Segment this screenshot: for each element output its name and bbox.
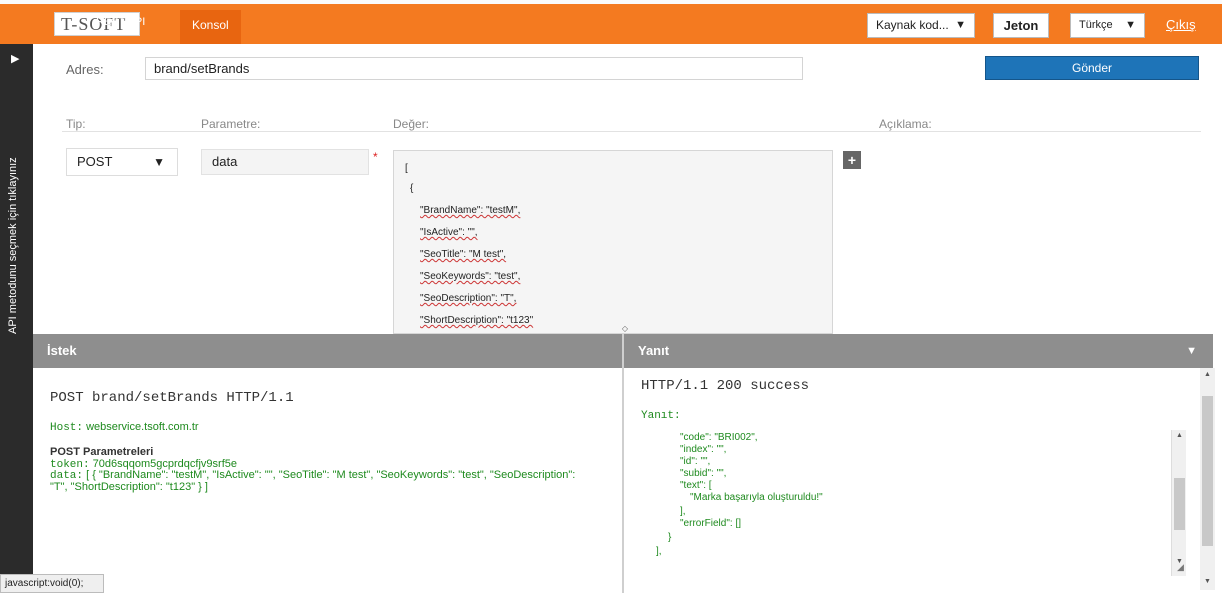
- request-panel-title: İstek: [47, 343, 77, 358]
- nav-rest-api[interactable]: REST API: [96, 16, 145, 28]
- language-select-value: Türkçe: [1079, 19, 1113, 31]
- language-select[interactable]: Türkçe ▼: [1070, 13, 1145, 38]
- panel-divider[interactable]: [622, 334, 624, 593]
- scroll-up-icon[interactable]: ▲: [1176, 432, 1183, 439]
- response-line: "subid": "",: [680, 468, 727, 479]
- value-line: "ShortDescription": "t123": [420, 315, 534, 326]
- response-line: "Marka başarıyla oluşturuldu!": [690, 492, 823, 503]
- resize-icon[interactable]: ◇: [618, 324, 632, 334]
- caret-down-icon: ▼: [955, 19, 966, 31]
- send-button[interactable]: Gönder: [985, 56, 1199, 80]
- value-textarea[interactable]: [ { "BrandName": "testM", "IsActive": ""…: [393, 150, 833, 334]
- caret-down-icon: ▼: [153, 155, 165, 169]
- address-input[interactable]: brand/setBrands: [145, 57, 803, 80]
- parameter-name-input[interactable]: data: [201, 149, 369, 175]
- host-value: webservice.tsoft.com.tr: [86, 421, 199, 433]
- address-label: Adres:: [66, 62, 104, 77]
- request-data: data: [ { "BrandName": "testM", "IsActiv…: [50, 470, 580, 493]
- source-code-select-value: Kaynak kod...: [876, 18, 949, 32]
- response-panel-title: Yanıt: [638, 343, 670, 358]
- scrollbar-thumb[interactable]: [1202, 396, 1213, 546]
- post-params-title: POST Parametreleri: [50, 446, 154, 458]
- scrollbar-thumb[interactable]: [1174, 478, 1185, 530]
- method-type-value: POST: [77, 154, 113, 169]
- value-line: "SeoTitle": "M test",: [420, 249, 507, 260]
- response-line: ],: [656, 546, 662, 557]
- response-status-line: HTTP/1.1 200 success: [641, 378, 810, 394]
- response-line: "code": "BRI002",: [680, 432, 758, 443]
- top-bar: T-SOFT REST API Konsol Kaynak kod... ▼ J…: [0, 0, 1222, 44]
- play-icon: ▶: [11, 53, 20, 65]
- response-inner-scrollbar[interactable]: ▲ ▼: [1171, 430, 1186, 576]
- logout-link[interactable]: Çıkış: [1166, 17, 1196, 32]
- method-sidebar-toggle[interactable]: ▶ API metodunu seçmek için tıklayınız: [0, 44, 33, 593]
- method-type-select[interactable]: POST ▼: [66, 148, 178, 176]
- plus-icon: +: [847, 152, 857, 168]
- value-line: "IsActive": "",: [420, 227, 478, 238]
- response-line: "errorField": []: [680, 518, 742, 529]
- add-parameter-button[interactable]: +: [843, 151, 861, 169]
- response-line: ],: [680, 506, 686, 517]
- value-line: "SeoKeywords": "test",: [420, 271, 521, 282]
- col-header-deger: Değer:: [393, 117, 430, 131]
- sidebar-vertical-label: API metodunu seçmek için tıklayınız: [7, 157, 19, 334]
- host-label: Host:: [50, 422, 84, 434]
- browser-status-bar: javascript:void(0);: [0, 574, 104, 593]
- col-header-aciklama: Açıklama:: [879, 117, 932, 131]
- response-outer-scrollbar[interactable]: ▲ ▼: [1200, 368, 1215, 590]
- value-line: "SeoDescription": "T",: [420, 293, 517, 304]
- request-panel-header: İstek: [33, 334, 622, 368]
- request-line: POST brand/setBrands HTTP/1.1: [50, 390, 294, 406]
- value-line: "BrandName": "testM",: [420, 205, 521, 216]
- data-value: [ { "BrandName": "testM", "IsActive": ""…: [50, 469, 576, 493]
- response-line: "id": "",: [680, 456, 711, 467]
- col-header-parametre: Parametre:: [201, 117, 261, 131]
- request-host: Host: webservice.tsoft.com.tr: [50, 421, 199, 434]
- source-code-select[interactable]: Kaynak kod... ▼: [867, 13, 975, 38]
- resize-grip-icon[interactable]: ◢: [1177, 562, 1184, 573]
- col-header-tip: Tip:: [66, 117, 86, 131]
- value-line: [: [405, 163, 408, 174]
- response-line: }: [668, 532, 672, 543]
- required-mark: *: [373, 150, 378, 164]
- scroll-down-icon[interactable]: ▼: [1204, 578, 1211, 585]
- header-divider: [62, 131, 1201, 132]
- response-line: "index": "",: [680, 444, 727, 455]
- response-panel-header[interactable]: Yanıt ▼: [624, 334, 1213, 368]
- caret-down-icon[interactable]: ▼: [1186, 334, 1197, 368]
- nav-konsol[interactable]: Konsol: [180, 10, 241, 44]
- caret-down-icon: ▼: [1125, 19, 1136, 31]
- response-line: "text": [: [680, 480, 712, 491]
- jeton-button[interactable]: Jeton: [993, 13, 1049, 38]
- response-label: Yanıt:: [641, 410, 681, 422]
- scroll-up-icon[interactable]: ▲: [1204, 371, 1211, 378]
- value-line: {: [410, 183, 414, 194]
